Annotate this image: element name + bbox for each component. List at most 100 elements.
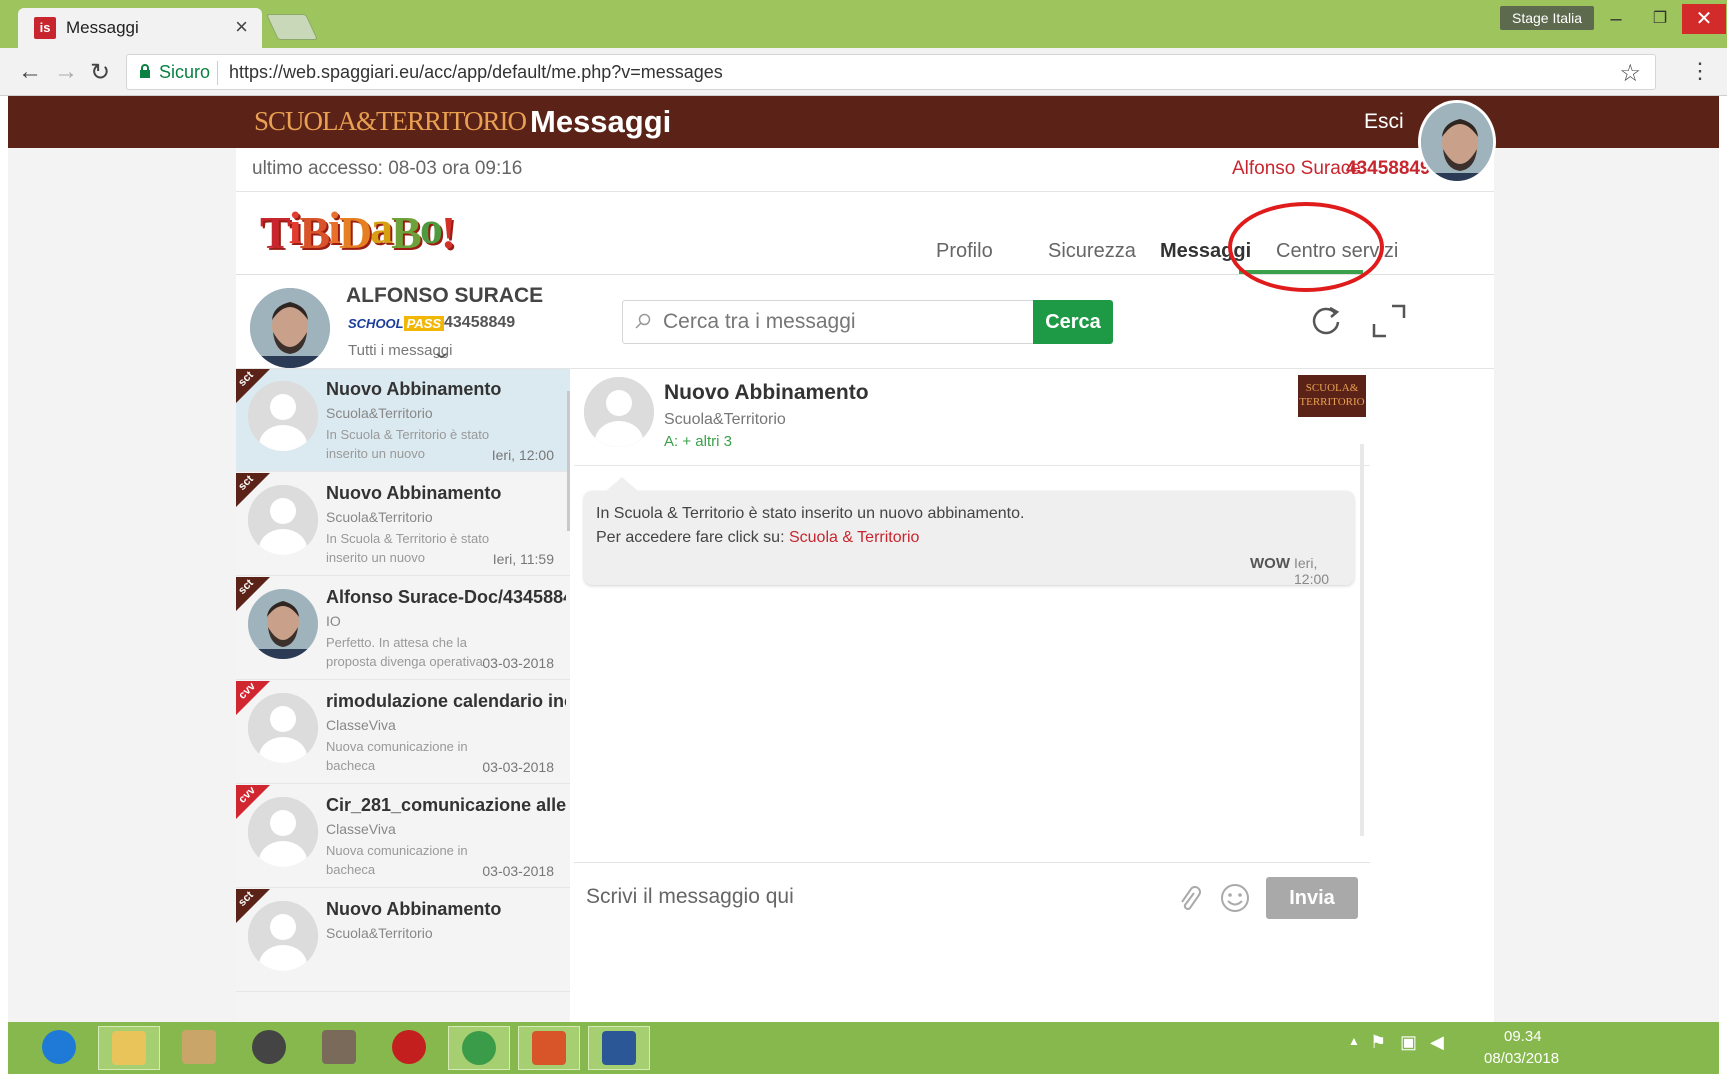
- message-sender: Scuola&Territorio: [326, 925, 433, 941]
- message-preview: Perfetto. In attesa che la proposta dive…: [326, 635, 483, 675]
- taskbar-presentation-app[interactable]: [518, 1026, 580, 1070]
- tab-sicurezza[interactable]: Sicurezza: [1048, 240, 1136, 263]
- close-tab-icon[interactable]: ×: [235, 14, 248, 40]
- schoolpass-pass: PASS: [403, 316, 445, 331]
- message-sender: ClasseViva: [326, 717, 396, 733]
- logo-letter: i: [328, 202, 341, 253]
- taskbar-internet-explorer[interactable]: [28, 1026, 90, 1070]
- message-preview: In Scuola & Territorio è stato inserito …: [326, 531, 490, 571]
- search-icon: [635, 313, 651, 329]
- message-time: Ieri, 12:00: [1294, 555, 1330, 587]
- logo-letter: D: [338, 207, 372, 258]
- minimize-icon[interactable]: –: [1594, 4, 1638, 34]
- omnibox[interactable]: Sicuro https://web.spaggiari.eu/acc/app/…: [126, 54, 1656, 90]
- message-list-item[interactable]: sct Nuovo Abbinamento Scuola&Territorio In …: [236, 369, 570, 472]
- schoolpass-badge: SCHOOL PASS: [348, 316, 445, 331]
- url-text[interactable]: https://web.spaggiari.eu/acc/app/default…: [229, 62, 723, 83]
- taskbar-word[interactable]: [588, 1026, 650, 1070]
- presentation-app-icon: [532, 1031, 566, 1065]
- logo-letter: !: [440, 207, 456, 258]
- logo-letter: i: [288, 202, 302, 253]
- message-list-item[interactable]: sct Nuovo Abbinamento Scuola&Territorio: [236, 889, 570, 992]
- person-photo-icon: [248, 589, 318, 659]
- message-body-line: In Scuola & Territorio è stato inserito …: [596, 505, 1025, 522]
- bookmark-star-icon[interactable]: ☆: [1619, 59, 1641, 88]
- list-scrollbar[interactable]: [567, 391, 570, 531]
- reader-scrollbar[interactable]: [1360, 444, 1364, 836]
- person-photo-icon: [250, 288, 330, 368]
- default-user-icon: [248, 485, 318, 555]
- message-sender: IO: [326, 613, 341, 629]
- volume-icon[interactable]: ◀: [1430, 1032, 1444, 1053]
- search-input[interactable]: [663, 301, 1023, 343]
- logout-link[interactable]: Esci: [1364, 110, 1404, 134]
- windows-taskbar: ▲ ⚑ ▣ ◀ 09.34 08/03/2018: [8, 1022, 1719, 1074]
- favicon-icon: is: [34, 17, 56, 39]
- taskbar-chrome[interactable]: [448, 1026, 510, 1070]
- logo-letter: T: [260, 207, 291, 258]
- browser-tab-bar: is Messaggi × Stage Italia – ❐ ✕: [0, 0, 1727, 48]
- default-user-icon: [248, 797, 318, 867]
- sender-avatar: [584, 377, 654, 447]
- tibidabo-logo[interactable]: TiBiDaBo!: [260, 202, 456, 258]
- chrome-icon: [462, 1031, 496, 1065]
- scuola-territorio-link[interactable]: Scuola & Territorio: [789, 529, 919, 546]
- paperclip-icon[interactable]: [1178, 885, 1202, 915]
- default-user-icon: [248, 693, 318, 763]
- smiley-icon[interactable]: [1220, 883, 1250, 913]
- tray-expand-icon[interactable]: ▲: [1348, 1034, 1360, 1048]
- reader-recipients[interactable]: A: + altri 3: [664, 433, 732, 450]
- search-button[interactable]: Cerca: [1033, 300, 1113, 344]
- tab-profilo[interactable]: Profilo: [936, 240, 993, 263]
- header-avatar[interactable]: [1418, 100, 1496, 184]
- message-date: Ieri, 11:59: [492, 551, 554, 567]
- back-icon[interactable]: ←: [18, 58, 42, 86]
- message-list-item[interactable]: cvvCir_281_comunicazione alle famiglieCl…: [236, 785, 570, 888]
- page-viewport: SCUOLA&TERRITORIO Messaggi Esci ultimo a…: [8, 96, 1719, 1022]
- taskbar-power-app[interactable]: [378, 1026, 440, 1070]
- taskbar-media-app[interactable]: [168, 1026, 230, 1070]
- refresh-icon[interactable]: [1308, 302, 1344, 338]
- header-user-name[interactable]: Alfonso Surace: [1232, 158, 1361, 180]
- scuola-territorio-logo: SCUOLA& TERRITORIO: [1298, 375, 1366, 417]
- main-content: ultimo accesso: 08-03 ora 09:16 Alfonso …: [236, 148, 1494, 1022]
- clock-date[interactable]: 08/03/2018: [1484, 1050, 1559, 1067]
- message-sender: Scuola&Territorio: [326, 405, 433, 421]
- header-user-code: 43458849: [1346, 158, 1431, 179]
- message-preview: [326, 945, 490, 987]
- reload-icon[interactable]: ↻: [90, 58, 110, 87]
- send-button[interactable]: Invia: [1266, 877, 1358, 919]
- message-avatar: [248, 381, 318, 451]
- chevron-down-icon[interactable]: ⌄: [431, 342, 452, 363]
- window-close-icon[interactable]: ✕: [1682, 4, 1726, 34]
- new-tab-button[interactable]: [265, 14, 319, 40]
- user-full-name: ALFONSO SURACE: [346, 284, 544, 307]
- expand-icon[interactable]: [1372, 304, 1406, 338]
- message-preview: Nuova comunicazione in bacheca: [326, 739, 468, 773]
- forward-icon[interactable]: →: [54, 58, 78, 86]
- message-list-item[interactable]: sct Nuovo Abbinamento Scuola&Territorio In …: [236, 473, 570, 576]
- message-sender: ClasseViva: [326, 821, 396, 837]
- network-icon[interactable]: ▣: [1400, 1032, 1417, 1053]
- browser-tab[interactable]: is Messaggi ×: [18, 8, 262, 48]
- message-date: 03-03-2018: [482, 863, 554, 879]
- taskbar-speaker-app[interactable]: [238, 1026, 300, 1070]
- search-box: [622, 300, 1036, 344]
- restore-icon[interactable]: ❐: [1638, 4, 1682, 34]
- message-reader: Nuovo Abbinamento Scuola&Territorio A: +…: [574, 369, 1370, 862]
- profile-chip[interactable]: Stage Italia: [1500, 6, 1595, 30]
- message-preview: In Scuola & Territorio è stato inserito …: [326, 427, 490, 467]
- message-input[interactable]: [586, 877, 1166, 917]
- browser-menu-icon[interactable]: ⋮: [1689, 58, 1711, 84]
- taskbar-doc-app[interactable]: [308, 1026, 370, 1070]
- message-preview: Nuova comunicazione in bacheca: [326, 843, 468, 877]
- message-list-item[interactable]: sctAlfonso Surace-Doc/43458849-BBIOPerfe…: [236, 577, 570, 680]
- brand-logo[interactable]: SCUOLA&TERRITORIO: [254, 106, 527, 137]
- clock-time[interactable]: 09.34: [1504, 1028, 1542, 1045]
- action-center-icon[interactable]: ⚑: [1370, 1032, 1386, 1053]
- lock-icon: [140, 64, 150, 78]
- message-list-item[interactable]: cvvrimodulazione calendario incontriClas…: [236, 681, 570, 784]
- taskbar-file-explorer[interactable]: [98, 1026, 160, 1070]
- logo-letter: B: [391, 207, 422, 258]
- url-separator: [217, 61, 218, 85]
